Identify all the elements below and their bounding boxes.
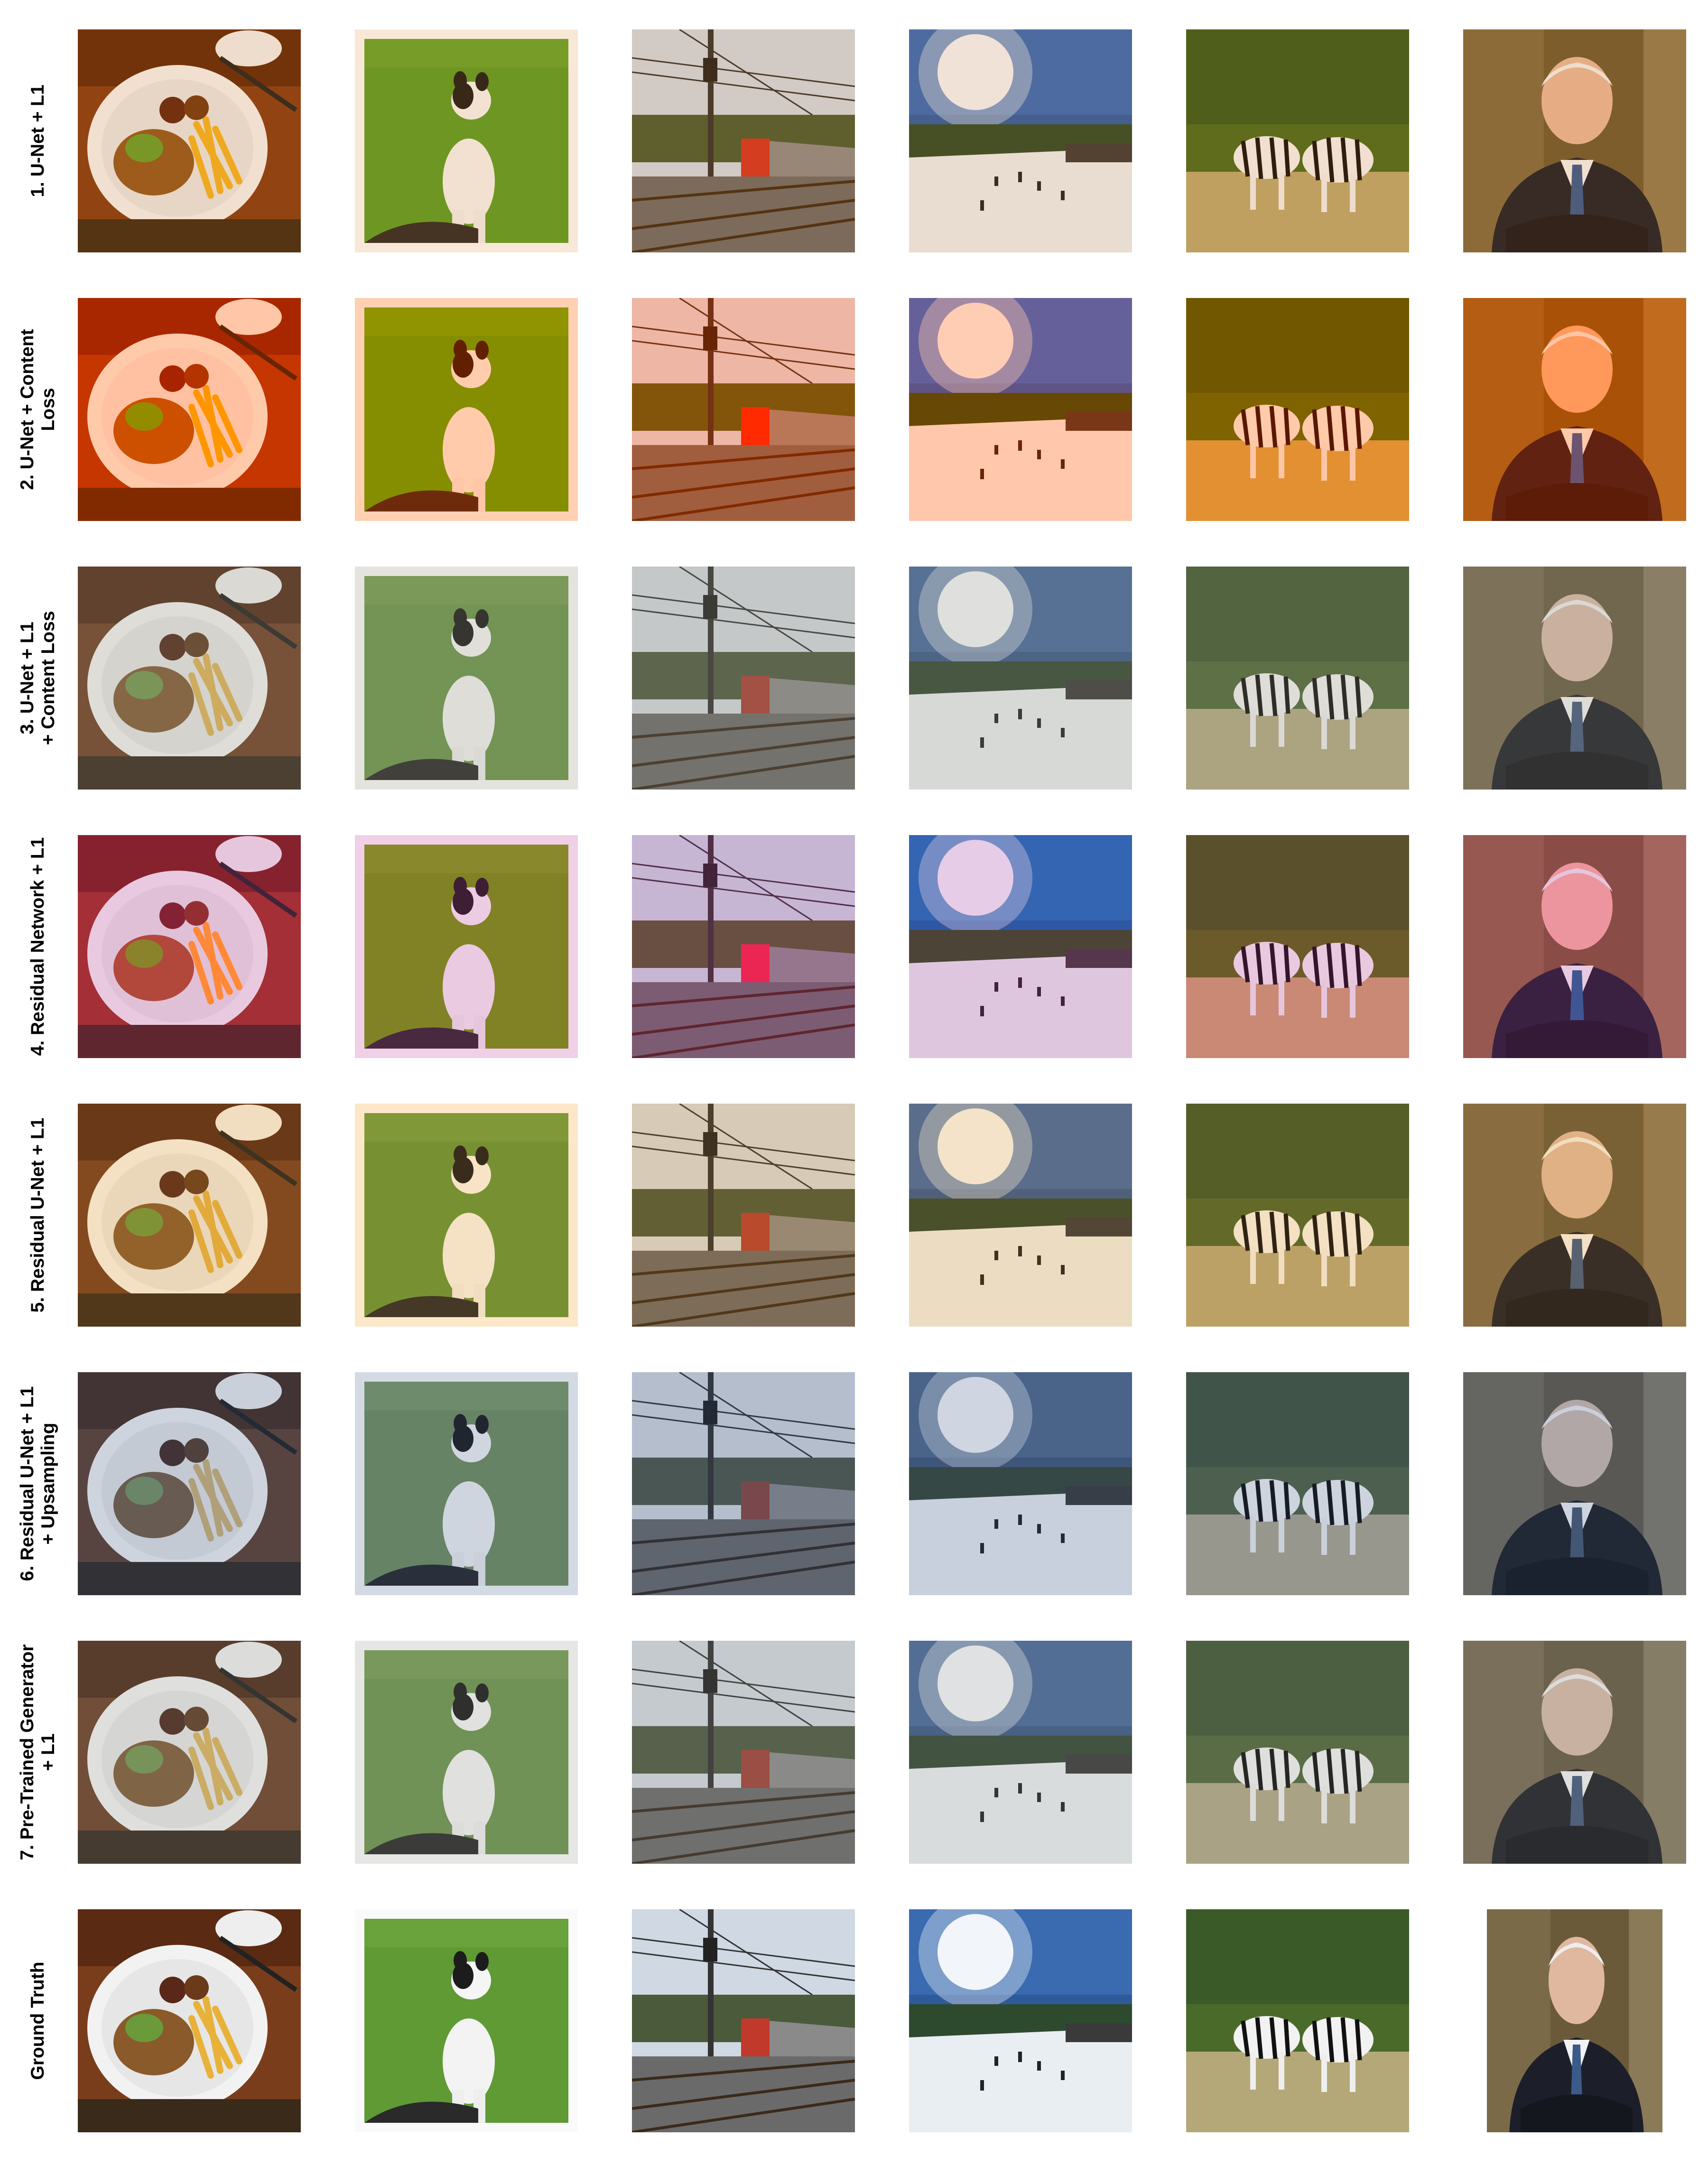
result-image-portrait [1487,1909,1662,2132]
result-image-zebra [1186,1104,1409,1327]
row-label: 1. U-Net + L1 [5,29,71,252]
result-image-dog [355,1641,578,1864]
result-image-ski [909,835,1132,1058]
result-image-portrait [1463,1641,1686,1864]
result-image-train [632,1641,855,1864]
result-image-food [78,835,301,1058]
comparison-grid: 1. U-Net + L1 2. U-Net + Content Loss 3.… [0,0,1708,2175]
result-image-ski [909,1104,1132,1327]
row-label: 3. U-Net + L1 + Content Loss [5,567,71,790]
result-image-zebra [1186,1372,1409,1595]
result-image-ski [909,29,1132,252]
result-image-zebra [1186,567,1409,790]
result-image-food [78,567,301,790]
result-image-dog [355,1372,578,1595]
row-label: 2. U-Net + Content Loss [5,298,71,521]
result-image-ski [909,298,1132,521]
row-label-line: + L1 [38,1733,58,1771]
result-image-food [78,298,301,521]
result-image-portrait [1463,567,1686,790]
result-image-ski [909,1909,1132,2132]
row-label-line: Loss [38,388,58,431]
row-label: 4. Residual Network + L1 [5,835,71,1058]
result-image-train [632,1372,855,1595]
result-image-food [78,1372,301,1595]
result-image-dog [355,1909,578,2132]
result-image-food [78,1104,301,1327]
result-image-food [78,1909,301,2132]
result-image-zebra [1186,29,1409,252]
row-label-line: Ground Truth [28,1961,48,2080]
result-image-train [632,567,855,790]
result-image-dog [355,835,578,1058]
row-label-line: + Content Loss [38,611,58,745]
result-image-ski [909,1641,1132,1864]
result-image-dog [355,567,578,790]
result-image-dog [355,298,578,521]
result-image-portrait [1463,1104,1686,1327]
result-image-dog [355,1104,578,1327]
result-image-ski [909,1372,1132,1595]
result-image-zebra [1186,1641,1409,1864]
result-image-portrait [1463,298,1686,521]
row-label-line: 6. Residual U-Net + L1 [17,1386,38,1581]
result-image-zebra [1186,1909,1409,2132]
row-label-line: 7. Pre-Trained Generator [17,1644,38,1860]
result-image-train [632,835,855,1058]
row-label: 6. Residual U-Net + L1 + Upsampling [5,1372,71,1595]
result-image-zebra [1186,835,1409,1058]
result-image-dog [355,29,578,252]
result-image-portrait [1463,835,1686,1058]
result-image-train [632,29,855,252]
result-image-ski [909,567,1132,790]
result-image-food [78,29,301,252]
result-image-zebra [1186,298,1409,521]
row-label: 7. Pre-Trained Generator + L1 [5,1641,71,1864]
result-image-portrait [1463,1372,1686,1595]
row-label-line: 2. U-Net + Content [17,329,38,490]
row-label-line: 1. U-Net + L1 [28,84,48,197]
result-image-train [632,1104,855,1327]
row-label: Ground Truth [5,1909,71,2132]
row-label-line: 3. U-Net + L1 [17,622,38,734]
result-image-train [632,298,855,521]
row-label: 5. Residual U-Net + L1 [5,1104,71,1327]
row-label-line: + Upsampling [38,1422,58,1545]
result-image-portrait [1463,29,1686,252]
row-label-line: 4. Residual Network + L1 [28,837,48,1056]
result-image-food [78,1641,301,1864]
result-image-train [632,1909,855,2132]
row-label-line: 5. Residual U-Net + L1 [28,1117,48,1313]
